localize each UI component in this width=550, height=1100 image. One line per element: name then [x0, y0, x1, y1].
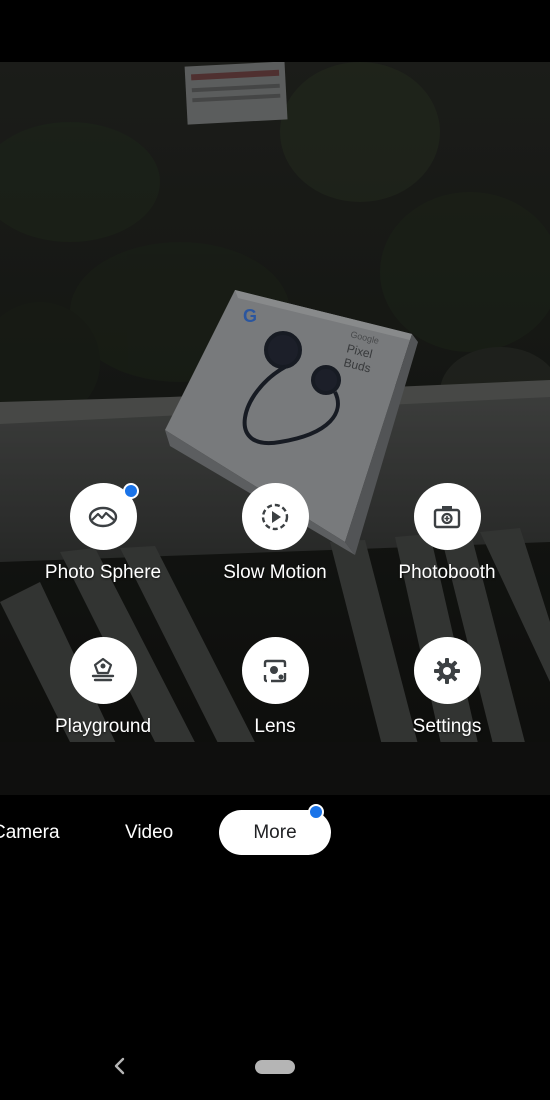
mode-slow-motion[interactable]: Slow Motion [185, 483, 365, 593]
slow-motion-icon [261, 503, 289, 530]
new-badge-dot [122, 483, 139, 499]
slow-motion-button[interactable] [241, 483, 309, 550]
mode-playground[interactable]: Playground [13, 637, 193, 747]
mode-label: Settings [412, 716, 482, 737]
mode-settings[interactable]: Settings [357, 637, 537, 747]
system-nav-bar [0, 1040, 550, 1100]
mode-label: Playground [54, 716, 152, 737]
tab-camera[interactable]: Camera [0, 810, 60, 855]
mode-photo-sphere[interactable]: Photo Sphere [13, 483, 193, 593]
mode-photobooth[interactable]: Photobooth [357, 483, 537, 593]
camera-mode-bar: Camera Video More [0, 795, 550, 870]
tab-video[interactable]: Video [125, 810, 173, 855]
mode-label: Slow Motion [223, 562, 327, 583]
photobooth-button[interactable] [413, 483, 481, 550]
mode-label: Lens [254, 716, 296, 737]
lens-icon [263, 659, 287, 682]
camera-screen: G Google Pixel Buds Photo Sphere Slow Mo… [0, 0, 550, 1100]
playground-button[interactable] [69, 637, 137, 704]
lens-button[interactable] [241, 637, 309, 704]
mode-label: Photobooth [398, 562, 496, 583]
more-modes-grid: Photo Sphere Slow Motion Photobooth Play… [0, 483, 550, 753]
mode-lens[interactable]: Lens [185, 637, 365, 747]
photo-sphere-button[interactable] [69, 483, 139, 550]
settings-button[interactable] [413, 637, 481, 704]
playground-icon [91, 657, 115, 681]
settings-icon [434, 657, 460, 684]
home-pill-button[interactable] [255, 1060, 295, 1074]
mode-label: Photo Sphere [44, 562, 162, 583]
photobooth-icon [433, 505, 461, 528]
more-new-badge-dot [308, 804, 324, 820]
back-chevron-icon[interactable] [108, 1054, 132, 1078]
photo-sphere-icon [88, 506, 118, 527]
